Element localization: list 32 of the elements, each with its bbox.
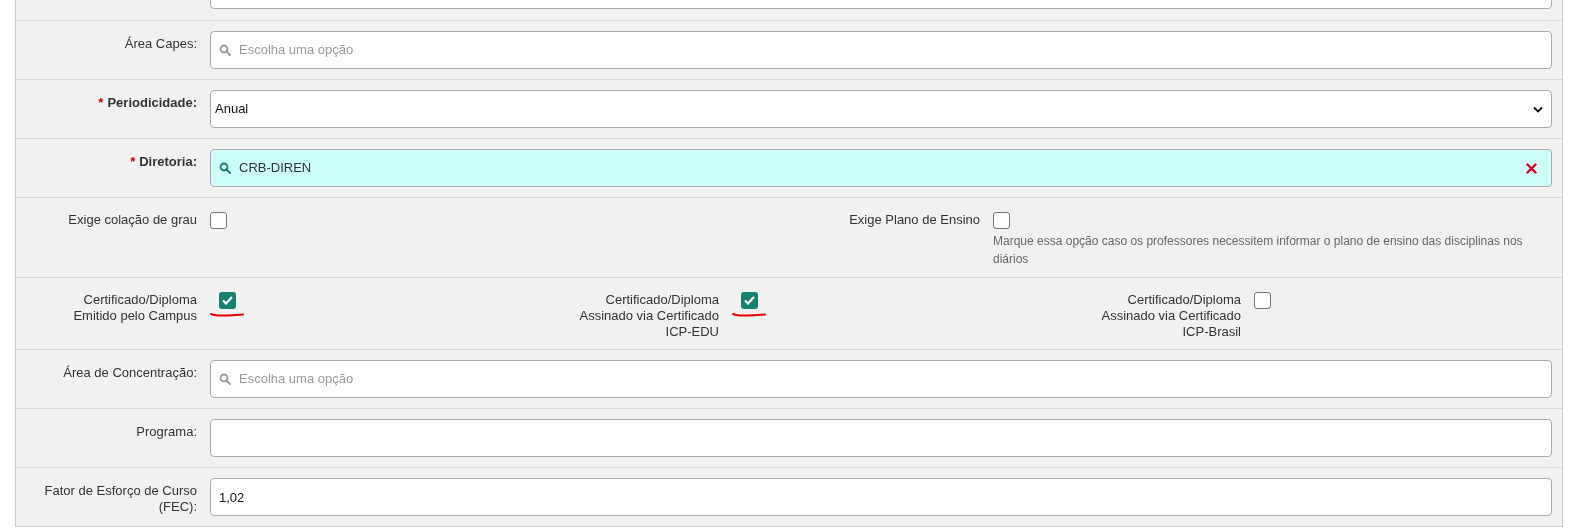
search-icon xyxy=(219,162,231,174)
search-select-field[interactable]: CRB-DIREN xyxy=(210,149,1552,187)
checkbox[interactable] xyxy=(993,212,1010,229)
checkbox[interactable] xyxy=(218,292,236,309)
checkbox[interactable] xyxy=(210,212,227,229)
text-field[interactable] xyxy=(210,419,1552,457)
checkmark-icon xyxy=(743,296,755,305)
checkbox-label: Certificado/Diploma Assinado via Certificado ICP-Brasil xyxy=(1100,292,1241,340)
required-asterisk: * xyxy=(98,95,104,111)
annotation-underline xyxy=(732,312,766,317)
search-icon xyxy=(219,44,231,56)
annotation-underline xyxy=(210,312,244,317)
clear-icon[interactable] xyxy=(1526,162,1537,174)
required-asterisk: * xyxy=(130,154,136,170)
field-label: Diretoria: xyxy=(139,154,197,170)
text-field[interactable]: 1,02 xyxy=(210,478,1552,516)
checkbox[interactable] xyxy=(1254,292,1271,309)
field-label: Periodicidade: xyxy=(107,95,197,111)
checkbox-label: Certificado/Diploma Assinado via Certificado ICP-EDU xyxy=(578,292,719,340)
field-label: Programa: xyxy=(136,424,197,440)
checkbox-label: Exige Plano de Ensino xyxy=(848,212,980,229)
checkbox-label: Certificado/Diploma Emitido pelo Campus xyxy=(72,292,197,325)
checkmark-icon xyxy=(221,296,233,305)
search-icon xyxy=(219,373,231,385)
field-label: Área de Concentração: xyxy=(63,365,197,381)
dropdown-field[interactable]: Anual xyxy=(210,90,1552,128)
field-label: Fator de Esforço de Curso (FEC): xyxy=(44,483,197,515)
checkbox-label: Exige colação de grau xyxy=(67,212,197,229)
chevron-down-icon xyxy=(1533,105,1543,113)
help-text: Marque essa opção caso os professores necessitem informar o plano de ensino das disciplinas nos diários xyxy=(993,233,1524,268)
checkbox[interactable] xyxy=(740,292,758,309)
field-label: Área Capes: xyxy=(124,36,197,52)
